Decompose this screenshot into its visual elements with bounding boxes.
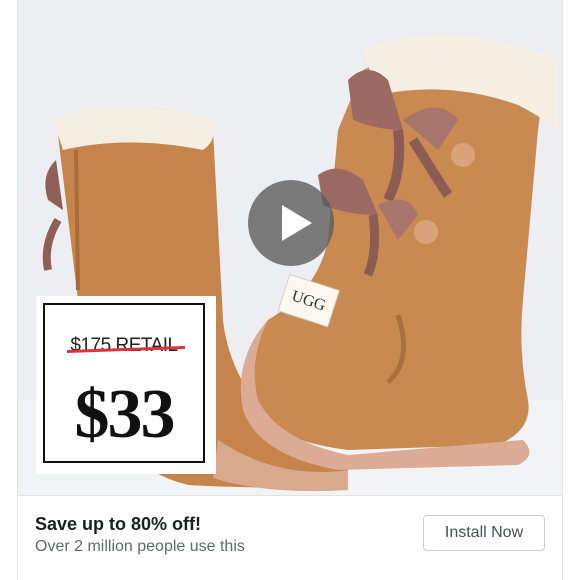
ad-headline: Save up to 80% off! — [35, 514, 202, 534]
ad-card[interactable]: UGG $175 RETAIL $33 Save up to 80% off! … — [17, 0, 563, 580]
price-tag-frame: $175 RETAIL $33 — [43, 303, 205, 463]
ad-subline: Over 2 million people use this — [35, 538, 245, 555]
ad-media[interactable]: UGG $175 RETAIL $33 — [18, 0, 562, 495]
ad-footer: Save up to 80% off! Over 2 million peopl… — [18, 495, 562, 580]
install-now-button[interactable]: Install Now — [423, 515, 545, 551]
price-tag: $175 RETAIL $33 — [36, 296, 216, 474]
new-price: $33 — [74, 376, 176, 453]
play-button[interactable] — [248, 180, 334, 266]
play-icon — [282, 205, 312, 241]
